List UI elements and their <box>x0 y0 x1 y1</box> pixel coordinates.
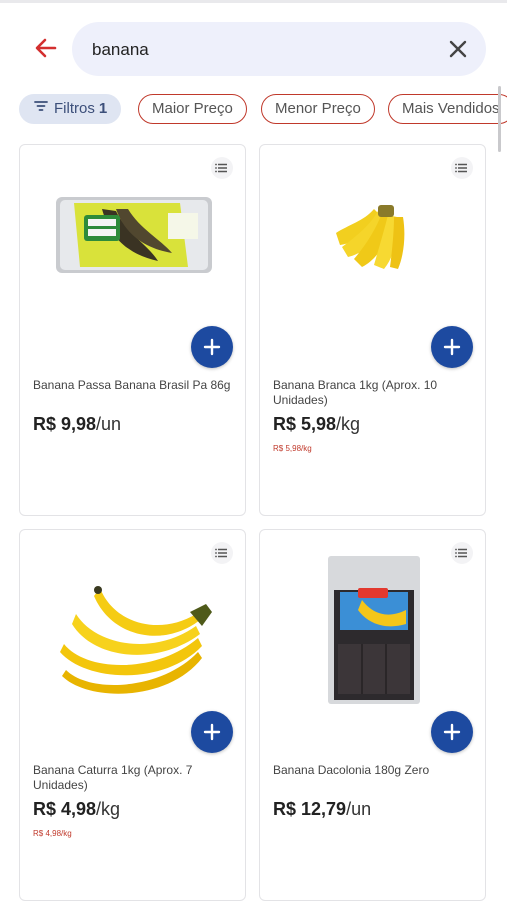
plus-icon <box>203 723 221 741</box>
filters-count: 1 <box>98 100 108 117</box>
plus-icon <box>203 338 221 356</box>
clear-search-button[interactable] <box>444 35 472 63</box>
price-unit: /un <box>96 414 122 434</box>
product-name: Banana Branca 1kg (Aprox. 10 Unidades) <box>273 378 438 407</box>
product-price: R$ 4,98/kg <box>33 799 120 820</box>
back-button[interactable] <box>30 32 62 64</box>
price-unit: /un <box>346 799 372 819</box>
unit-price-note: R$ 5,98/kg <box>273 444 312 453</box>
product-name: Banana Dacolonia 180g Zero <box>273 763 430 777</box>
sort-chip-label: Mais Vendidos <box>402 100 500 117</box>
product-name: Banana Passa Banana Brasil Pa 86g <box>33 378 231 392</box>
sort-chip-label: Maior Preço <box>152 100 233 117</box>
add-to-cart-button[interactable] <box>431 326 473 368</box>
scrollbar[interactable] <box>498 86 501 152</box>
arrow-left-icon <box>35 38 57 58</box>
plus-icon <box>443 723 461 741</box>
product-image <box>60 586 212 694</box>
unit-price-note: R$ 4,98/kg <box>33 829 72 838</box>
price-value: R$ 9,98 <box>33 414 97 434</box>
product-image <box>336 205 405 269</box>
search-header <box>0 18 507 80</box>
sort-chip-highest-price[interactable]: Maior Preço <box>138 94 247 124</box>
product-price: R$ 9,98/un <box>33 414 121 435</box>
filter-chip-row: Filtros 1 Maior Preço Menor Preço Mais Ve… <box>0 94 507 126</box>
product-price: R$ 12,79/un <box>273 799 371 820</box>
filters-chip-label: Filtros <box>54 100 95 117</box>
price-value: R$ 4,98 <box>33 799 97 819</box>
product-card[interactable]: Banana Caturra 1kg (Aprox. 7 Unidades) R… <box>19 529 246 901</box>
sort-chip-label: Menor Preço <box>275 100 361 117</box>
price-value: R$ 5,98 <box>273 414 337 434</box>
price-unit: /kg <box>336 414 361 434</box>
add-to-cart-button[interactable] <box>431 711 473 753</box>
sort-chip-lowest-price[interactable]: Menor Preço <box>261 94 375 124</box>
add-to-cart-button[interactable] <box>191 326 233 368</box>
product-card[interactable]: Banana Dacolonia 180g Zero R$ 12,79/un <box>259 529 486 901</box>
product-name: Banana Caturra 1kg (Aprox. 7 Unidades) <box>33 763 193 792</box>
filter-lines-icon <box>34 94 48 122</box>
product-price: R$ 5,98/kg <box>273 414 360 435</box>
add-to-cart-button[interactable] <box>191 711 233 753</box>
product-card[interactable]: Banana Passa Banana Brasil Pa 86g R$ 9,9… <box>19 144 246 516</box>
price-unit: /kg <box>96 799 121 819</box>
product-card[interactable]: Banana Branca 1kg (Aprox. 10 Unidades) R… <box>259 144 486 516</box>
price-value: R$ 12,79 <box>273 799 347 819</box>
filters-chip[interactable]: Filtros 1 <box>19 94 122 124</box>
sort-chip-best-sellers[interactable]: Mais Vendidos <box>388 94 507 124</box>
product-image <box>56 197 212 273</box>
top-border <box>0 0 507 3</box>
search-bar <box>72 22 486 76</box>
search-input[interactable] <box>90 36 424 64</box>
plus-icon <box>443 338 461 356</box>
product-image <box>328 556 420 704</box>
close-icon <box>449 40 467 58</box>
